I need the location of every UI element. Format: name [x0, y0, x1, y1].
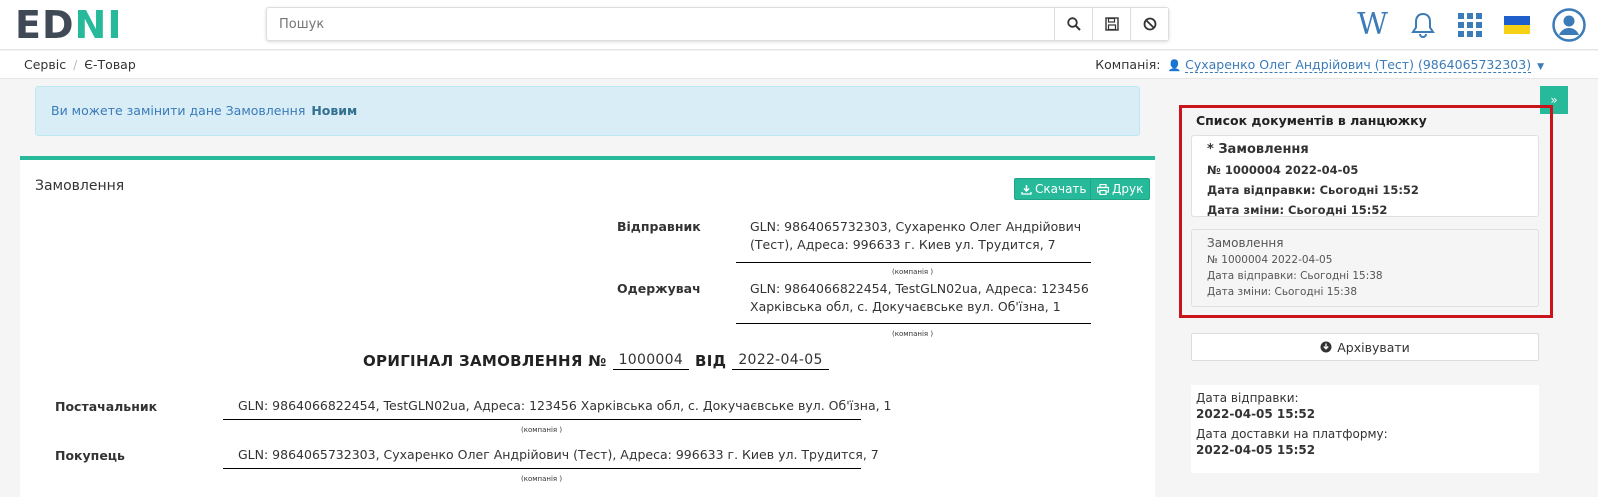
- search-bar: [266, 7, 1169, 41]
- chain-doc-sent: Дата відправки: Сьогодні 15:38: [1207, 270, 1383, 282]
- breadcrumb-item-service[interactable]: Сервіс: [24, 57, 66, 72]
- sender-line-1: GLN: 9864065732303, Сухаренко Олег Андрі…: [750, 219, 1082, 234]
- sender-company-caption: (компанія ): [892, 268, 934, 276]
- alert-link-new[interactable]: Новим: [311, 103, 357, 118]
- receiver-company-caption: (компанія ): [892, 330, 934, 338]
- breadcrumb-item-etovar[interactable]: Є-Товар: [84, 57, 135, 72]
- chain-document-2[interactable]: Замовлення № 1000004 2022-04-05 Дата від…: [1191, 229, 1539, 307]
- breadcrumb-separator: /: [73, 57, 78, 72]
- buyer-underline: [223, 468, 861, 469]
- buyer-label: Покупець: [55, 448, 125, 463]
- clear-search-button[interactable]: [1130, 8, 1168, 40]
- ban-icon: [1143, 17, 1156, 31]
- sender-underline: [736, 262, 1091, 263]
- order-number: 1000004: [612, 352, 690, 370]
- supplier-company-caption: (компанія ): [521, 426, 563, 434]
- receiver-value: GLN: 9864066822454, TestGLN02ua, Адреса:…: [750, 280, 1089, 316]
- search-input[interactable]: [267, 8, 1054, 40]
- chain-doc-changed: Дата зміни: Сьогодні 15:38: [1207, 286, 1358, 298]
- chain-doc-title: Замовлення: [1207, 236, 1284, 250]
- top-header: EDNI W: [0, 0, 1598, 50]
- receiver-line-2: Харківська обл, с. Докучаєвське вул. Об'…: [750, 299, 1061, 314]
- company-selector: Компанія: 👤 Сухаренко Олег Андрійович (Т…: [1095, 57, 1544, 73]
- download-icon: [1021, 184, 1032, 195]
- caret-down-icon[interactable]: ▼: [1537, 62, 1544, 72]
- download-button[interactable]: Скачать: [1014, 178, 1094, 200]
- logo-text-left: ED: [15, 3, 75, 47]
- edin-logo[interactable]: ED NI: [15, 3, 123, 47]
- supplier-value: GLN: 9864066822454, TestGLN02ua, Адреса:…: [238, 398, 892, 413]
- company-label: Компанія:: [1095, 57, 1161, 72]
- heading-from: ВІД: [695, 352, 727, 370]
- document-heading: ОРИГІНАЛ ЗАМОВЛЕННЯ № 1000004 ВІД 2022-0…: [363, 352, 829, 370]
- chain-doc-number: № 1000004 2022-04-05: [1207, 163, 1359, 177]
- delivered-date-label: Дата доставки на платформу:: [1196, 427, 1388, 441]
- ukraine-flag-icon[interactable]: [1504, 16, 1530, 34]
- sender-value: GLN: 9864065732303, Сухаренко Олег Андрі…: [750, 218, 1081, 254]
- chain-doc-changed: Дата зміни: Сьогодні 15:52: [1207, 203, 1388, 217]
- receiver-underline: [736, 323, 1091, 324]
- heading-prefix: ОРИГІНАЛ ЗАМОВЛЕННЯ №: [363, 352, 607, 370]
- alert-text: Ви можете замінити дане Замовлення: [51, 103, 306, 118]
- sent-date-label: Дата відправки:: [1196, 391, 1299, 405]
- user-avatar-icon[interactable]: [1552, 8, 1586, 42]
- bell-icon[interactable]: [1410, 11, 1436, 39]
- delivered-date-value: 2022-04-05 15:52: [1196, 443, 1316, 457]
- chain-doc-number: № 1000004 2022-04-05: [1207, 254, 1333, 266]
- breadcrumb: Сервіс / Є-Товар: [24, 57, 136, 72]
- supplier-label: Постачальник: [55, 399, 158, 414]
- search-button[interactable]: [1054, 8, 1092, 40]
- replace-alert: Ви можете замінити дане Замовлення Новим: [35, 86, 1140, 136]
- arrow-circle-down-icon: [1320, 341, 1332, 353]
- archive-label: Архівувати: [1337, 339, 1410, 355]
- sent-date-value: 2022-04-05 15:52: [1196, 407, 1316, 421]
- apps-grid-icon[interactable]: [1458, 13, 1482, 37]
- chain-doc-sent: Дата відправки: Сьогодні 15:52: [1207, 183, 1419, 197]
- dates-block: Дата відправки: 2022-04-05 15:52 Дата до…: [1191, 385, 1539, 473]
- breadcrumb-bar: Сервіс / Є-Товар Компанія: 👤 Сухаренко Оле…: [0, 51, 1598, 79]
- receiver-label: Одержувач: [617, 281, 701, 296]
- chain-title: Список документів в ланцюжку: [1196, 113, 1427, 128]
- header-icons: W: [1357, 5, 1586, 45]
- company-dropdown[interactable]: Сухаренко Олег Андрійович (Тест) (986406…: [1185, 57, 1532, 73]
- chain-doc-title: * Замовлення: [1207, 142, 1309, 157]
- chain-document-1[interactable]: * Замовлення № 1000004 2022-04-05 Дата в…: [1191, 135, 1539, 217]
- print-label: Друк: [1112, 182, 1144, 196]
- download-label: Скачать: [1035, 182, 1087, 196]
- save-search-button[interactable]: [1092, 8, 1130, 40]
- print-icon: [1097, 183, 1109, 195]
- wiki-icon[interactable]: W: [1357, 10, 1388, 40]
- search-icon: [1066, 17, 1081, 31]
- archive-button[interactable]: Архівувати: [1191, 333, 1539, 361]
- buyer-value: GLN: 9864065732303, Сухаренко Олег Андрі…: [238, 447, 879, 462]
- supplier-underline: [223, 419, 861, 420]
- print-button[interactable]: Друк: [1090, 178, 1151, 200]
- save-icon: [1104, 17, 1119, 31]
- buyer-company-caption: (компанія ): [521, 475, 563, 483]
- logo-text-right: NI: [74, 3, 123, 47]
- user-icon: 👤: [1167, 59, 1182, 72]
- order-date: 2022-04-05: [732, 352, 829, 370]
- card-title: Замовлення: [35, 178, 125, 194]
- receiver-line-1: GLN: 9864066822454, TestGLN02ua, Адреса:…: [750, 281, 1089, 296]
- sender-label: Відправник: [617, 219, 701, 234]
- sender-line-2: (Тест), Адреса: 996633 г. Киев ул. Труди…: [750, 237, 1056, 252]
